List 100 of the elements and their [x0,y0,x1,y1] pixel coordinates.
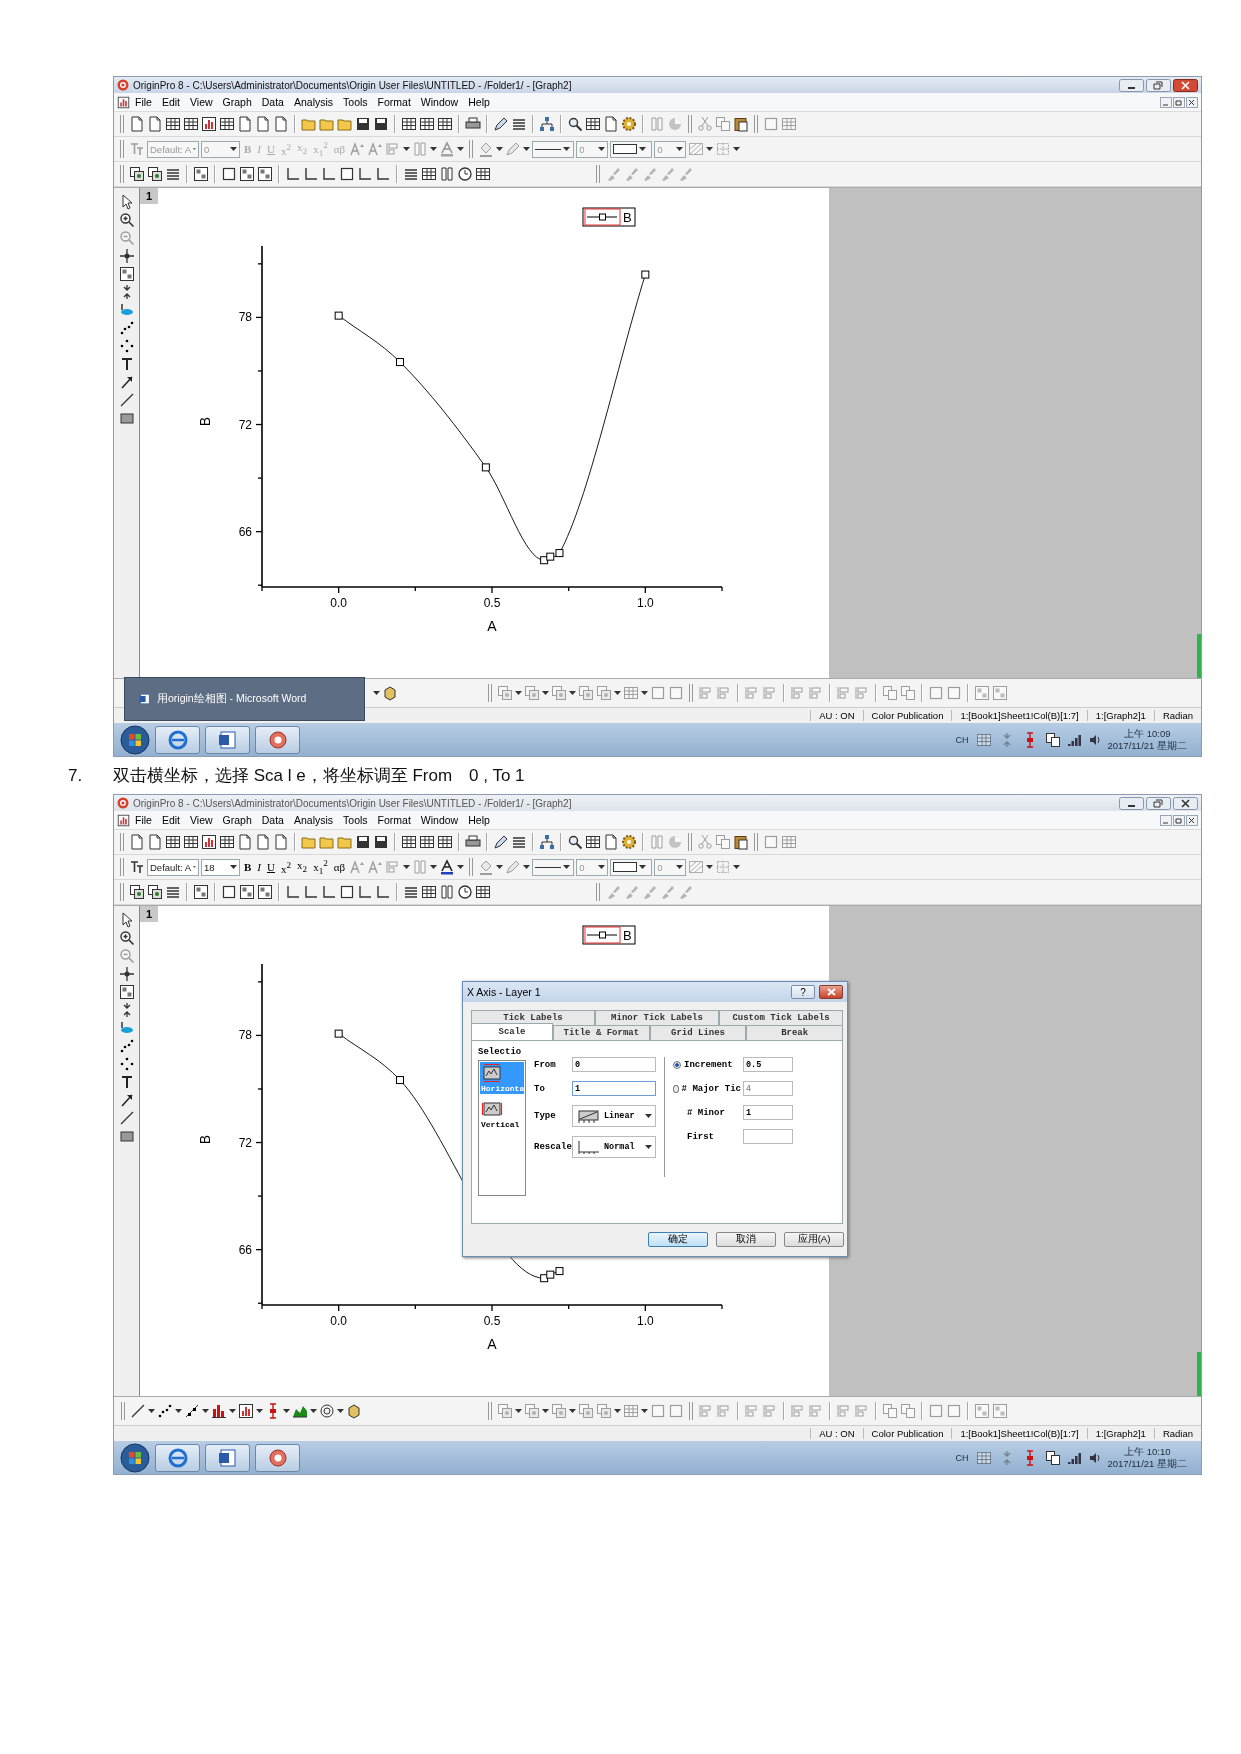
page-icon[interactable] [255,116,271,132]
table-icon[interactable] [401,834,417,850]
speaker-icon[interactable] [1088,1451,1101,1464]
table-icon[interactable] [475,166,491,182]
menu-item[interactable]: Graph [217,814,257,826]
frame-icon[interactable] [339,884,355,900]
list-icon[interactable] [511,834,527,850]
zoom-in-icon[interactable] [118,930,135,946]
line-icon[interactable] [118,1110,135,1126]
caret-icon[interactable] [230,147,237,151]
clock-date[interactable]: 2017/11/21 星期二 [1107,1457,1187,1470]
graph-window-icon[interactable] [117,813,130,827]
dialog-button[interactable]: 取消 [716,1232,776,1247]
table-icon[interactable] [585,834,601,850]
caret-icon[interactable] [515,1409,522,1413]
line-style-dropdown[interactable] [532,140,575,158]
tree-icon[interactable] [539,834,555,850]
table-icon[interactable] [401,116,417,132]
table-icon[interactable] [437,834,453,850]
tab[interactable]: Scale [471,1023,553,1040]
menu-item[interactable]: View [185,96,218,108]
font-color-icon[interactable] [439,859,456,875]
copy-icon[interactable] [1044,1449,1061,1466]
style-button[interactable]: U [265,861,277,873]
grid-icon[interactable] [257,884,273,900]
taskbar-button[interactable] [155,725,200,754]
arrow-icon[interactable] [118,1092,135,1108]
input-field[interactable]: 1 [743,1105,793,1120]
font-size-dropdown[interactable]: 18 [201,858,240,876]
menu-item[interactable]: Data [256,814,289,826]
clock-time[interactable]: 上午 10:09 [1124,727,1171,740]
scatter-icon[interactable] [118,320,135,336]
caret-icon[interactable] [645,1145,652,1149]
menu-item[interactable]: Help [463,96,495,108]
axis-icon[interactable] [285,166,301,182]
input-field[interactable]: 0 [572,1057,656,1072]
caret-icon[interactable] [542,691,549,695]
menu-item[interactable]: Edit [156,814,185,826]
dialog-button[interactable]: 应用(A) [784,1232,844,1247]
scatter-icon[interactable] [118,1038,135,1054]
table-icon[interactable] [183,116,199,132]
axis-icon[interactable] [357,166,373,182]
caret-icon[interactable] [175,1409,182,1413]
line-style-dropdown[interactable] [532,858,575,876]
color-dropdown[interactable] [610,140,653,158]
arrow-icon[interactable] [118,374,135,390]
taskbar-button[interactable] [205,725,250,754]
close-button[interactable] [1173,78,1198,92]
menu-item[interactable]: View [185,814,218,826]
caret-icon[interactable] [733,865,741,869]
cube-icon[interactable] [382,685,398,701]
menu-item[interactable]: Format [372,96,416,108]
axis-icon[interactable] [321,166,337,182]
axis-icon[interactable] [303,166,319,182]
style-button[interactable]: B [242,861,254,873]
grid-icon[interactable] [118,984,135,1000]
close-button[interactable] [1186,96,1198,108]
input-field[interactable]: 1 [572,1081,656,1096]
caret-icon[interactable] [733,147,741,151]
caret-icon[interactable] [337,1409,344,1413]
page-icon[interactable] [147,834,163,850]
caret-icon[interactable] [148,1409,155,1413]
start-button[interactable] [120,724,150,755]
menu-item[interactable]: Analysis [288,96,339,108]
tab[interactable]: Title & Format [553,1025,650,1040]
dialog-button[interactable]: 确定 [648,1232,708,1247]
floppy-icon[interactable] [373,116,389,132]
line-icon[interactable] [130,1403,146,1419]
caret-icon[interactable] [283,1409,290,1413]
list-icon[interactable] [165,166,181,182]
gear-icon[interactable] [621,834,637,850]
layers-icon[interactable] [147,166,163,182]
restore-button[interactable] [1173,96,1185,108]
printer-icon[interactable] [465,116,481,132]
menu-item[interactable]: Data [256,96,289,108]
axis-icon[interactable] [357,884,373,900]
grid-icon[interactable] [118,266,135,282]
caret-icon[interactable] [563,147,571,151]
style-button[interactable]: x$^{2}$ [278,859,294,875]
magnifier-icon[interactable] [567,116,583,132]
clock-time[interactable]: 上午 10:10 [1124,1445,1171,1458]
table-icon[interactable] [419,834,435,850]
grid-icon[interactable] [257,166,273,182]
input-field[interactable]: 0.5 [743,1057,793,1072]
tab[interactable]: Break [746,1025,843,1040]
caret-icon[interactable] [676,147,684,151]
menu-item[interactable]: Help [463,814,495,826]
page-icon[interactable] [129,834,145,850]
style-button[interactable]: αβ [331,861,348,873]
caret-icon[interactable] [430,865,438,869]
caret-icon[interactable] [614,1409,621,1413]
table-icon[interactable] [437,116,453,132]
grid-icon[interactable] [193,884,209,900]
zoom-in-icon[interactable] [118,212,135,228]
list-icon[interactable] [403,166,419,182]
polar-icon[interactable] [319,1403,335,1419]
close-button[interactable] [819,985,843,999]
menu-item[interactable]: Window [415,814,464,826]
column-icon[interactable] [439,884,455,900]
menu-item[interactable]: File [130,814,157,826]
